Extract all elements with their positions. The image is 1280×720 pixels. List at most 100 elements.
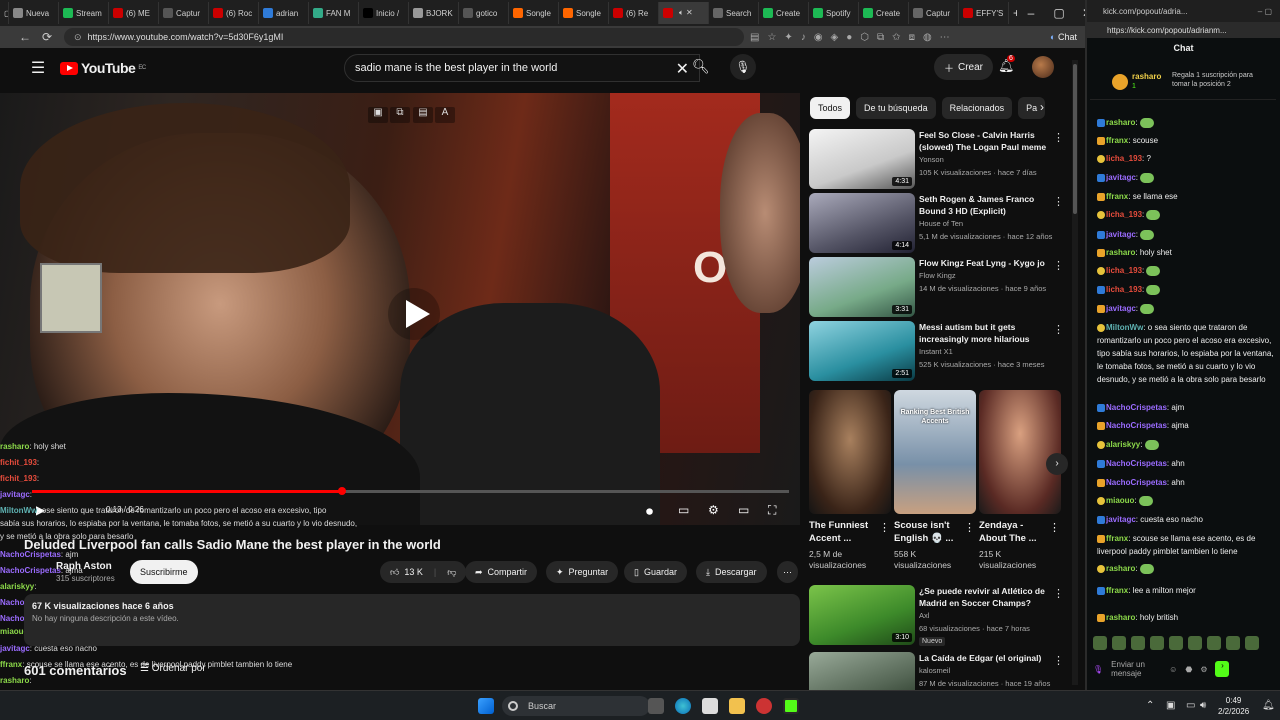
- edge-browser-icon[interactable]: [675, 698, 691, 714]
- scrollbar-thumb[interactable]: [1073, 64, 1077, 214]
- video-thumbnail[interactable]: 3:31: [809, 257, 915, 317]
- recommendation-title[interactable]: ¿Se puede revivir al Atlético de Madrid …: [919, 585, 1049, 609]
- notes-icon[interactable]: ▤: [413, 107, 433, 123]
- store-icon[interactable]: [702, 698, 718, 714]
- browser-tab[interactable]: Captur: [159, 2, 209, 24]
- browser-tab[interactable]: Inicio /: [359, 2, 409, 24]
- site-info-icon[interactable]: ⊙: [74, 32, 82, 43]
- recommendation-item[interactable]: 3:31 Flow Kingz Feat Lyng - Kygo jo Flow K…: [809, 257, 1069, 317]
- more-options-icon[interactable]: ⋮: [1049, 521, 1060, 534]
- maximize-icon[interactable]: ▢: [1045, 6, 1073, 20]
- recommendation-title[interactable]: Feel So Close - Calvin Harris (slowed) T…: [919, 129, 1049, 153]
- extension-icon[interactable]: ●: [846, 32, 852, 43]
- kick-app-icon[interactable]: [783, 698, 799, 714]
- browser-tab[interactable]: Stream: [59, 2, 109, 24]
- kick-chat-user[interactable]: licha_193: [1106, 210, 1142, 219]
- search-input[interactable]: sadio mane is the best player in the wor…: [344, 54, 700, 82]
- emote-icon[interactable]: [1093, 636, 1107, 650]
- file-explorer-icon[interactable]: [729, 698, 745, 714]
- theater-mode-icon[interactable]: ▭: [738, 503, 749, 517]
- menu-icon[interactable]: ☰: [26, 58, 50, 78]
- subtitles-icon[interactable]: ▭: [678, 503, 689, 517]
- tab-audio-close-icon[interactable]: 🔈︎ ✕: [679, 8, 693, 18]
- short-thumbnail[interactable]: [809, 390, 891, 514]
- filter-chip[interactable]: Relacionados: [941, 97, 1013, 119]
- short-thumbnail[interactable]: [979, 390, 1061, 514]
- kick-chat-user[interactable]: rasharo: [1106, 118, 1135, 127]
- recommendation-item[interactable]: 4:31 Feel So Close - Calvin Harris (slowe…: [809, 129, 1069, 189]
- pip-icon[interactable]: ⧉: [390, 107, 410, 123]
- recommendation-title[interactable]: Seth Rogen & James Franco Bound 3 HD (Ex…: [919, 193, 1049, 217]
- recommendation-channel[interactable]: kalosmeil: [919, 666, 950, 675]
- kick-chat-user[interactable]: NachoCrispetas: [1106, 421, 1167, 430]
- browser-tab[interactable]: Songle: [559, 2, 609, 24]
- video-thumbnail[interactable]: 4:14: [809, 193, 915, 253]
- browser-tab[interactable]: adrian: [259, 2, 309, 24]
- create-button[interactable]: ＋ Crear: [934, 54, 994, 80]
- volume-icon[interactable]: 🔊︎: [1200, 700, 1206, 711]
- tray-chevron-icon[interactable]: ⌃: [1146, 700, 1154, 711]
- recommendation-item[interactable]: 4:14 Seth Rogen & James Franco Bound 3 HD…: [809, 193, 1069, 253]
- video-player[interactable]: Our: [0, 93, 800, 525]
- url-field[interactable]: ⊙ https://www.youtube.com/watch?v=5d30F6…: [64, 28, 744, 46]
- browser-tab[interactable]: EFFY'S: [959, 2, 1009, 24]
- recommendation-channel[interactable]: House of Ten: [919, 219, 963, 228]
- emote-icon[interactable]: [1131, 636, 1145, 650]
- video-thumbnail[interactable]: 2:51: [809, 321, 915, 381]
- emote-icon[interactable]: [1169, 636, 1183, 650]
- browser-tab[interactable]: 🔈︎ ✕: [659, 2, 709, 24]
- account-avatar[interactable]: [1032, 56, 1054, 78]
- network-icon[interactable]: ▭: [1186, 700, 1195, 711]
- kick-chat-user[interactable]: NachoCrispetas: [1106, 459, 1167, 468]
- recommendation-title[interactable]: Flow Kingz Feat Lyng - Kygo jo: [919, 257, 1049, 269]
- favorites-icon[interactable]: ✩: [892, 32, 900, 43]
- settings-gear-icon[interactable]: ⚙: [708, 503, 719, 517]
- kick-chat-user[interactable]: MiltonWw: [1106, 323, 1143, 332]
- extensions-puzzle-icon[interactable]: ⧉: [877, 32, 884, 43]
- tab-actions[interactable]: ▢▾: [0, 2, 9, 24]
- recommendation-item[interactable]: 3:10 ¿Se puede revivir al Atlético de Mad…: [809, 585, 1069, 645]
- short-title[interactable]: Scouse isn't English 💀 ...: [894, 519, 964, 545]
- translate-icon[interactable]: A: [435, 107, 455, 123]
- recommendation-channel[interactable]: Yonson: [919, 155, 944, 164]
- new-tab-button[interactable]: +: [1009, 2, 1017, 24]
- browser-tab[interactable]: gotico: [459, 2, 509, 24]
- kick-chat-user[interactable]: NachoCrispetas: [1106, 478, 1167, 487]
- kick-chat-user[interactable]: licha_193: [1106, 266, 1142, 275]
- emote-icon[interactable]: [1150, 636, 1164, 650]
- extension-icon[interactable]: ◉: [814, 32, 823, 43]
- youtube-logo[interactable]: YouTube EC: [60, 60, 146, 76]
- start-icon[interactable]: [478, 698, 494, 714]
- browser-tab[interactable]: Create: [859, 2, 909, 24]
- browser-tab[interactable]: BJORK: [409, 2, 459, 24]
- taskbar-clock[interactable]: 0:49 2/2/2026: [1218, 695, 1249, 717]
- thumbs-down-icon[interactable]: 👎︎: [447, 567, 456, 578]
- short-title[interactable]: The Funniest Accent ...: [809, 519, 879, 545]
- emote-icon[interactable]: [1226, 636, 1240, 650]
- kick-chat-user[interactable]: ffranx: [1106, 586, 1128, 595]
- kick-chat-user[interactable]: licha_193: [1106, 285, 1142, 294]
- browser-tab[interactable]: (6) ME: [109, 2, 159, 24]
- video-thumbnail[interactable]: 3:10: [809, 585, 915, 645]
- settings-gear-icon[interactable]: ⚙: [1200, 665, 1207, 674]
- browser-tab[interactable]: (6) Roc: [209, 2, 259, 24]
- gift-icon[interactable]: ⬣: [1185, 665, 1192, 674]
- filter-chip[interactable]: De tu búsqueda: [856, 97, 936, 119]
- browser-tab[interactable]: Spotify: [809, 2, 859, 24]
- favorite-star-icon[interactable]: ☆: [767, 32, 776, 43]
- emote-icon[interactable]: [1207, 636, 1221, 650]
- recommendation-title[interactable]: Messi autism but it gets increasingly mo…: [919, 321, 1049, 345]
- taskbar-search[interactable]: Buscar: [502, 696, 650, 716]
- back-icon[interactable]: ←: [14, 30, 36, 44]
- emoji-icon[interactable]: ☺: [1169, 665, 1177, 674]
- more-options-icon[interactable]: ⋮: [879, 521, 890, 534]
- browser-tab[interactable]: Search: [709, 2, 759, 24]
- kick-chat-user[interactable]: alariskyy: [1106, 440, 1140, 449]
- channel-name[interactable]: Raph Aston: [56, 561, 112, 572]
- reader-icon[interactable]: ▤: [750, 32, 759, 43]
- more-options-icon[interactable]: ⋮: [1053, 654, 1064, 667]
- kick-chat-user[interactable]: javitagc: [1106, 230, 1136, 239]
- like-button[interactable]: 👍︎ 13 K | 👎︎: [380, 561, 467, 583]
- recommendation-channel[interactable]: Flow Kingz: [919, 271, 956, 280]
- kick-chat-user[interactable]: javitagc: [1106, 515, 1136, 524]
